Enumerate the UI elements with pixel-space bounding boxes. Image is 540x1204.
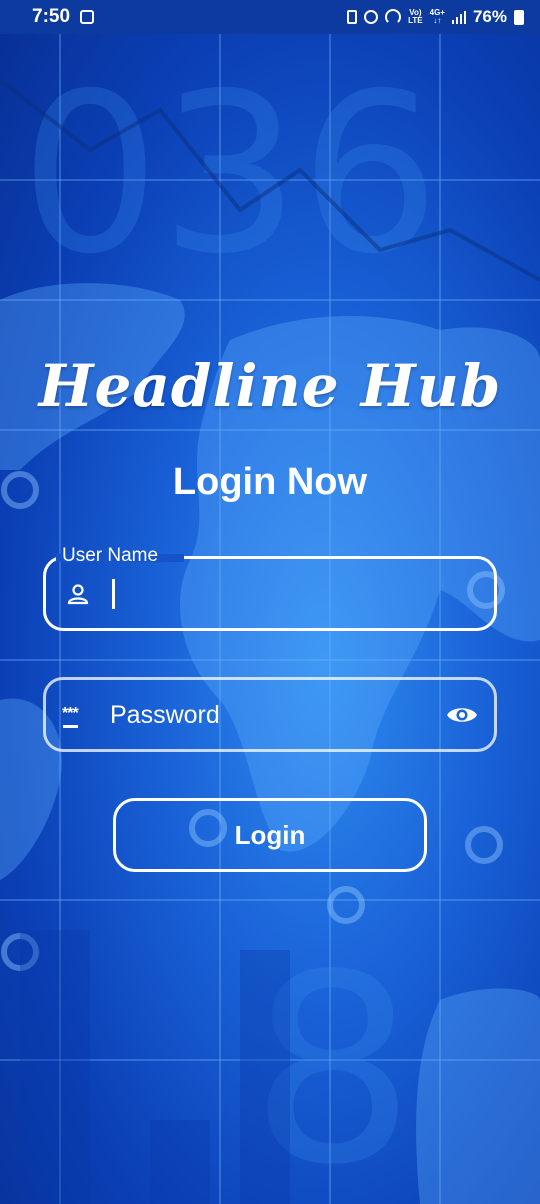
signal-icon bbox=[451, 10, 466, 24]
password-dots-icon: *** bbox=[62, 705, 79, 728]
battery-percent: 76% bbox=[472, 7, 507, 26]
password-placeholder: Password bbox=[110, 701, 220, 729]
hotspot-icon bbox=[385, 9, 402, 25]
username-field[interactable]: User Name bbox=[43, 545, 497, 631]
data-indicator: 4G+ ↓↑ bbox=[430, 9, 445, 25]
battery-icon bbox=[514, 9, 524, 25]
app-title: Headline Hub bbox=[38, 352, 502, 420]
login-button[interactable]: Login bbox=[113, 798, 427, 872]
volte-indicator: Vo) LTE bbox=[408, 9, 423, 25]
person-icon bbox=[67, 584, 89, 605]
battery-saver-icon bbox=[347, 10, 358, 24]
gallery-notification-icon bbox=[80, 10, 95, 24]
text-cursor bbox=[112, 579, 115, 609]
username-label: User Name bbox=[58, 545, 163, 567]
status-bar: 7:50 Vo) LTE 4G+ ↓↑ 76% bbox=[0, 0, 540, 34]
data-arrows-icon: ↓↑ bbox=[433, 16, 442, 25]
status-time: 7:50 bbox=[32, 6, 71, 27]
alarm-icon bbox=[364, 10, 379, 24]
volte-bottom-text: LTE bbox=[408, 16, 423, 25]
password-field[interactable]: *** Password bbox=[43, 677, 497, 752]
page-title: Login Now bbox=[172, 461, 368, 503]
svg-text:036: 036 bbox=[20, 46, 440, 302]
eye-icon[interactable] bbox=[446, 704, 478, 726]
